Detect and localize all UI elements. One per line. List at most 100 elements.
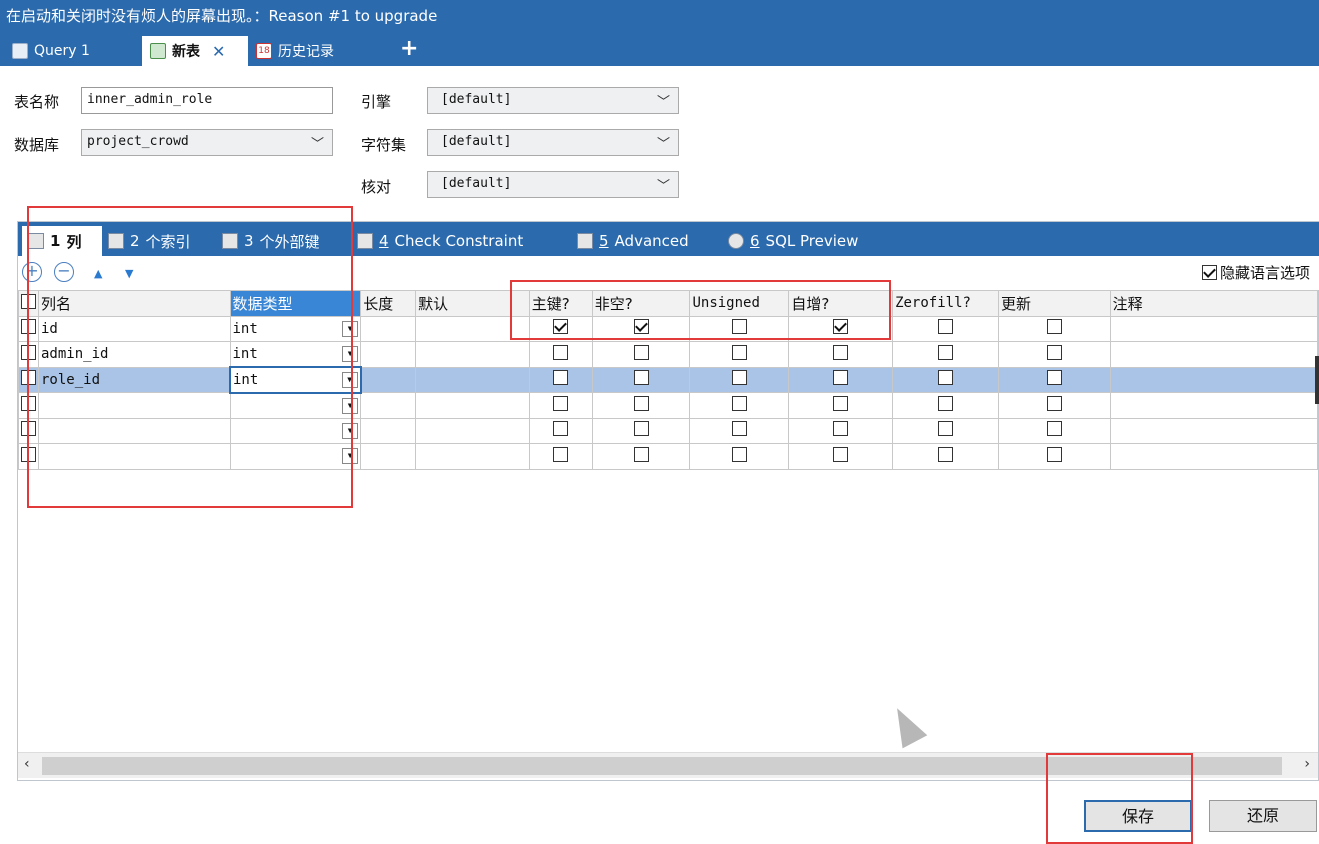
primary-key-cell[interactable] <box>528 392 593 419</box>
auto-increment-checkbox[interactable] <box>833 395 849 411</box>
not-null-checkbox[interactable] <box>633 395 649 411</box>
unsigned-checkbox[interactable] <box>731 370 747 386</box>
tab-columns[interactable]: 1 列 <box>22 226 102 256</box>
hide-language-option[interactable]: 隐藏语言选项 <box>1201 262 1310 283</box>
not-null-cell[interactable] <box>591 366 691 393</box>
column-name-cell[interactable]: admin_id <box>38 341 231 368</box>
not-null-cell[interactable] <box>591 341 691 368</box>
row-select-checkbox[interactable] <box>21 370 36 386</box>
auto-increment-checkbox[interactable] <box>833 421 849 437</box>
default-cell[interactable] <box>415 443 530 470</box>
comment-cell[interactable] <box>1109 417 1319 444</box>
zerofill-checkbox[interactable] <box>938 344 954 360</box>
unsigned-cell[interactable] <box>689 341 790 368</box>
default-cell[interactable] <box>415 392 530 419</box>
tab-history[interactable]: 18 历史记录 <box>248 36 342 66</box>
auto-increment-checkbox[interactable] <box>833 370 849 386</box>
header-column-name[interactable]: 列名 <box>38 290 231 317</box>
tab-query-1[interactable]: Query 1 <box>4 36 98 66</box>
column-name-cell[interactable] <box>38 417 231 444</box>
database-select[interactable]: project_crowd ﹀ <box>81 129 333 156</box>
hide-language-checkbox[interactable] <box>1201 265 1217 280</box>
header-primary-key[interactable]: 主键? <box>528 290 593 317</box>
unsigned-cell[interactable] <box>689 315 790 342</box>
comment-cell[interactable] <box>1109 443 1319 470</box>
scroll-left-icon[interactable]: ‹ <box>24 756 30 772</box>
scroll-right-icon[interactable]: › <box>1304 756 1310 772</box>
auto-increment-cell[interactable] <box>788 443 894 470</box>
data-type-cell[interactable]: int ▼ <box>229 366 362 394</box>
table-row[interactable]: ▼ <box>18 443 1319 470</box>
dropdown-arrow-icon[interactable]: ▼ <box>342 397 359 414</box>
header-data-type[interactable]: 数据类型 <box>229 290 362 317</box>
on-update-cell[interactable] <box>997 366 1111 393</box>
auto-increment-cell[interactable] <box>788 341 894 368</box>
data-type-cell[interactable]: ▼ <box>229 417 362 444</box>
tab-indexes[interactable]: 2 个索引 <box>102 226 197 256</box>
tab-sql-preview[interactable]: 6 SQL Preview <box>722 226 864 256</box>
move-up-button[interactable]: ▲ <box>94 267 102 280</box>
not-null-cell[interactable] <box>591 443 691 470</box>
data-type-cell[interactable]: ▼ <box>229 392 362 419</box>
dropdown-arrow-icon[interactable]: ▼ <box>342 422 359 439</box>
row-select-checkbox[interactable] <box>21 319 36 335</box>
on-update-cell[interactable] <box>997 392 1111 419</box>
zerofill-cell[interactable] <box>892 443 999 470</box>
row-select-cell[interactable] <box>18 366 39 393</box>
dropdown-arrow-icon[interactable]: ▼ <box>342 346 359 362</box>
dropdown-arrow-icon[interactable]: ▼ <box>341 372 358 388</box>
zerofill-checkbox[interactable] <box>938 370 954 386</box>
close-icon[interactable]: ✕ <box>212 42 225 61</box>
on-update-cell[interactable] <box>997 417 1111 444</box>
unsigned-checkbox[interactable] <box>731 395 747 411</box>
primary-key-checkbox[interactable] <box>553 370 569 386</box>
comment-cell[interactable] <box>1109 315 1319 342</box>
row-select-cell[interactable] <box>18 392 39 419</box>
add-tab-button[interactable]: + <box>400 36 418 61</box>
dropdown-arrow-icon[interactable]: ▼ <box>342 320 359 337</box>
revert-button[interactable]: 还原 <box>1209 800 1317 832</box>
select-all-cell[interactable] <box>18 290 39 317</box>
on-update-cell[interactable] <box>997 341 1111 368</box>
header-unsigned[interactable]: Unsigned <box>689 290 790 317</box>
length-cell[interactable] <box>360 417 417 444</box>
primary-key-checkbox[interactable] <box>553 344 569 360</box>
row-select-checkbox[interactable] <box>21 395 36 411</box>
default-cell[interactable] <box>415 417 530 444</box>
scrollbar-thumb[interactable] <box>42 757 1282 775</box>
zerofill-cell[interactable] <box>892 366 999 393</box>
primary-key-cell[interactable] <box>528 417 593 444</box>
not-null-cell[interactable] <box>591 315 691 342</box>
row-select-cell[interactable] <box>18 315 39 342</box>
table-row[interactable]: role_id int ▼ <box>18 366 1319 394</box>
row-select-cell[interactable] <box>18 417 39 444</box>
header-zerofill[interactable]: Zerofill? <box>892 290 999 317</box>
zerofill-checkbox[interactable] <box>938 395 954 411</box>
not-null-cell[interactable] <box>591 392 691 419</box>
primary-key-checkbox[interactable] <box>553 421 569 437</box>
add-column-button[interactable]: + <box>22 262 42 282</box>
row-select-cell[interactable] <box>18 341 39 368</box>
auto-increment-checkbox[interactable] <box>833 344 849 360</box>
data-type-cell[interactable]: ▼ <box>229 443 362 470</box>
column-name-cell[interactable]: id <box>38 315 231 342</box>
save-button[interactable]: 保存 <box>1084 800 1192 832</box>
zerofill-checkbox[interactable] <box>938 319 954 335</box>
not-null-cell[interactable] <box>591 417 691 444</box>
tab-check-constraint[interactable]: 4 Check Constraint <box>351 226 529 256</box>
zerofill-checkbox[interactable] <box>938 446 954 462</box>
primary-key-cell[interactable] <box>528 315 593 342</box>
comment-cell[interactable] <box>1109 392 1319 419</box>
row-select-checkbox[interactable] <box>21 421 36 437</box>
zerofill-cell[interactable] <box>892 341 999 368</box>
data-type-cell[interactable]: int ▼ <box>229 341 362 368</box>
not-null-checkbox[interactable] <box>633 344 649 360</box>
dropdown-arrow-icon[interactable]: ▼ <box>342 448 359 464</box>
auto-increment-cell[interactable] <box>788 392 894 419</box>
tab-foreign-keys[interactable]: 3 个外部键 <box>216 226 326 256</box>
column-name-cell[interactable] <box>38 443 231 470</box>
row-select-checkbox[interactable] <box>21 344 36 360</box>
header-comment[interactable]: 注释 <box>1109 290 1319 317</box>
unsigned-cell[interactable] <box>689 392 790 419</box>
unsigned-cell[interactable] <box>689 366 790 393</box>
